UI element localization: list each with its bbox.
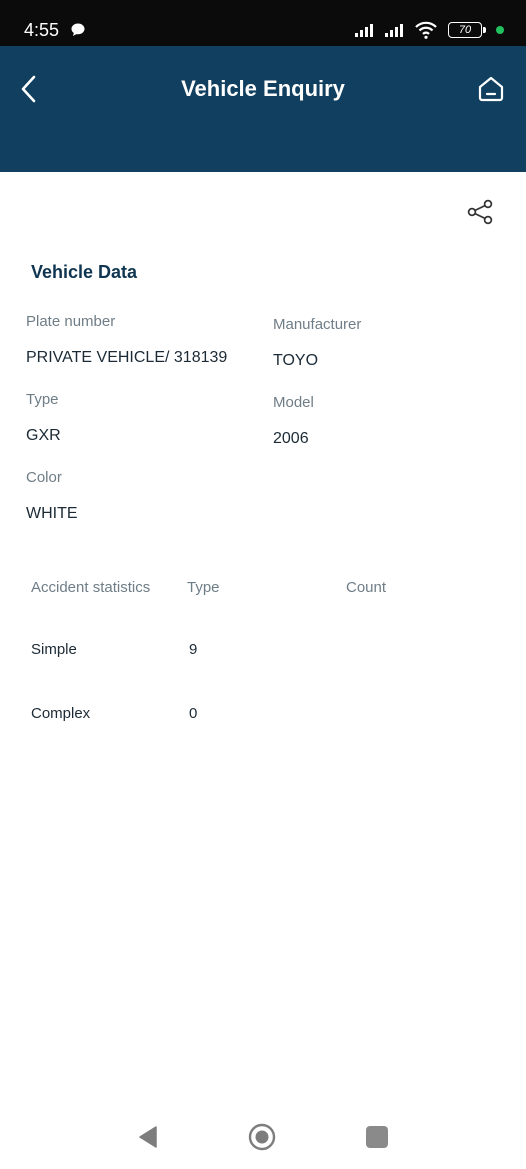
type-value: GXR	[26, 427, 61, 444]
battery-level: 70	[458, 24, 472, 36]
privacy-dot-icon	[496, 26, 504, 34]
manufacturer-value: TOYO	[273, 352, 319, 369]
model-label: Model	[273, 394, 314, 411]
color-label: Color	[26, 469, 62, 486]
manufacturer-label: Manufacturer	[273, 316, 362, 333]
nav-back-icon[interactable]	[136, 1125, 160, 1149]
model-value: 2006	[273, 430, 309, 447]
status-icons: 70	[354, 18, 504, 42]
wifi-icon	[415, 21, 437, 39]
status-time: 4:55	[24, 20, 60, 40]
status-bar: 4:55 70	[0, 0, 526, 46]
signal-icon-2	[385, 24, 403, 37]
type-label: Type	[26, 391, 59, 408]
app-header: Vehicle Enquiry	[0, 46, 526, 172]
plate-number-label: Plate number	[26, 313, 116, 330]
accident-row-value: 0	[189, 705, 198, 722]
count-column-header: Count	[346, 579, 387, 596]
share-button[interactable]	[464, 196, 496, 228]
chat-bubble-icon	[71, 23, 85, 36]
nav-home-icon[interactable]	[248, 1123, 276, 1151]
home-button[interactable]	[474, 72, 508, 106]
accident-statistics-header: Accident statistics	[31, 579, 151, 596]
share-icon	[467, 199, 493, 225]
accident-row-name: Complex	[31, 705, 91, 722]
system-nav-bar	[0, 1105, 526, 1169]
accident-row-value: 9	[189, 641, 198, 658]
page-title: Vehicle Enquiry	[181, 76, 345, 101]
color-value: WHITE	[26, 505, 78, 522]
nav-recents-icon[interactable]	[366, 1126, 388, 1148]
vehicle-data-title: Vehicle Data	[31, 262, 138, 282]
plate-number-value: PRIVATE VEHICLE/ 318139	[26, 349, 228, 366]
battery-icon: 70	[448, 22, 486, 38]
home-icon	[478, 76, 504, 102]
type-column-header: Type	[187, 579, 220, 596]
accident-row-name: Simple	[31, 641, 77, 658]
signal-icon	[355, 24, 373, 37]
